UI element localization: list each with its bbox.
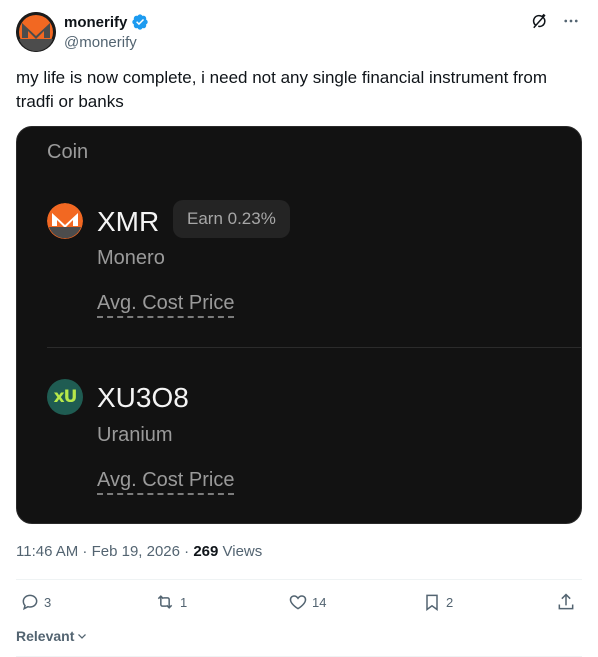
repost-button[interactable]: 1: [154, 592, 187, 612]
more-options-icon[interactable]: [562, 12, 580, 30]
views-count: 269: [193, 543, 219, 560]
repost-count: 1: [180, 594, 188, 610]
bookmark-button[interactable]: 2: [422, 592, 453, 612]
reply-button[interactable]: 3: [20, 592, 51, 612]
heart-icon: [289, 595, 307, 610]
bookmark-icon: [426, 594, 438, 611]
like-count: 14: [312, 594, 327, 610]
earn-badge: Earn 0.23%: [173, 200, 290, 238]
timestamp[interactable]: 11:46 AM · Feb 19, 2026 ·: [16, 543, 193, 560]
avg-cost-price-label: Avg. Cost Price: [97, 292, 235, 318]
tweet-text: my life is now complete, i need not any …: [16, 68, 548, 111]
bookmark-count: 2: [446, 594, 454, 610]
coin-name: Uranium: [97, 424, 173, 446]
views-label: Views: [218, 543, 263, 560]
author-name[interactable]: monerify: [64, 13, 149, 31]
share-button[interactable]: [556, 592, 576, 612]
coin-name: Monero: [97, 247, 165, 269]
card-header: Coin: [47, 141, 89, 163]
tweet-meta: 11:46 AM · Feb 19, 2026 · 269 Views: [16, 543, 262, 560]
sort-label: Relevant: [16, 628, 75, 644]
media-card[interactable]: Coin XMR Earn 0.23% Monero Avg. Cost Pri…: [16, 126, 582, 524]
uranium-coin-icon: xU: [47, 379, 83, 415]
monero-coin-icon: [47, 203, 83, 239]
grok-icon[interactable]: [530, 12, 548, 30]
reply-count: 3: [44, 594, 52, 610]
action-bar: 3 1 14 2: [16, 592, 580, 618]
coin-ticker: XMR: [97, 206, 160, 237]
sort-replies-dropdown[interactable]: Relevant: [16, 628, 88, 644]
avg-cost-price-label: Avg. Cost Price: [97, 469, 235, 495]
divider: [16, 579, 582, 580]
verified-badge-icon: [132, 14, 149, 30]
monero-logo-icon: [16, 12, 56, 52]
uranium-logo-text: xU: [53, 387, 78, 407]
card-divider: [47, 347, 581, 348]
author-handle[interactable]: @monerify: [64, 34, 137, 51]
share-icon: [558, 593, 574, 610]
avatar[interactable]: [16, 12, 56, 52]
repost-icon: [157, 595, 173, 609]
reply-icon: [22, 594, 38, 611]
coin-ticker: XU3O8: [97, 382, 189, 413]
author-name-text: monerify: [64, 13, 128, 31]
like-button[interactable]: 14: [288, 592, 326, 612]
chevron-down-icon: [78, 634, 87, 639]
